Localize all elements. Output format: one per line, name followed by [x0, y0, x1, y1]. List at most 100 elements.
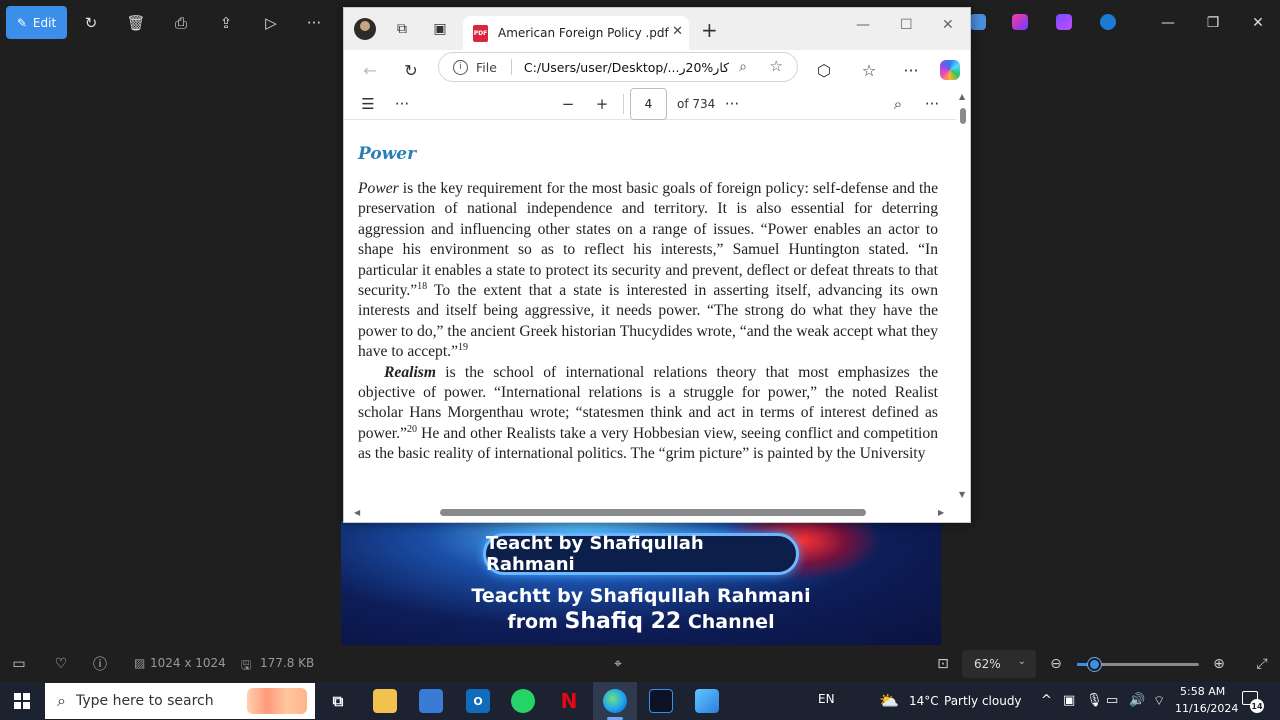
language-indicator[interactable]: EN	[818, 692, 835, 706]
zoom-in-icon[interactable]: +	[592, 94, 612, 114]
whatsapp-icon[interactable]	[511, 689, 535, 713]
back-icon[interactable]: ←	[360, 60, 380, 80]
restore-icon[interactable]: ❐	[1202, 12, 1224, 34]
onedrive-icon[interactable]	[1100, 14, 1116, 30]
refresh-icon[interactable]: ↻	[401, 60, 421, 80]
background-image: Teacht by Shafiqullah Rahmani Teachtt by…	[341, 521, 941, 645]
pdf-page[interactable]: Power Power is the key requirement for t…	[344, 120, 956, 504]
edge-minimize-icon[interactable]: —	[856, 17, 870, 33]
favorites-icon[interactable]: ☆	[859, 60, 879, 80]
weather-icon[interactable]: ⛅	[879, 691, 899, 710]
start-windows-icon[interactable]	[14, 693, 30, 709]
settings-more-icon[interactable]: ···	[901, 60, 921, 80]
section-heading: Power	[358, 144, 417, 164]
actual-size-icon[interactable]: ⊡	[934, 655, 952, 673]
file-info-icon[interactable]: ⓘ	[91, 655, 109, 673]
taskbar-search-box[interactable]: ⌕ Type here to search	[45, 683, 315, 719]
volume-icon[interactable]: 🔊	[1129, 693, 1145, 708]
favorite-icon[interactable]: ☆	[770, 57, 783, 75]
weather-desc[interactable]: Partly cloudy	[944, 694, 1022, 708]
scroll-left-icon[interactable]: ◀	[354, 508, 360, 517]
photos-taskbar-icon[interactable]	[695, 689, 719, 713]
tab-american-foreign-policy[interactable]: PDF American Foreign Policy .pdf ✕	[463, 16, 689, 50]
screen-recorder-icon[interactable]	[649, 689, 673, 713]
edit-button[interactable]: ✎ Edit	[6, 6, 67, 39]
workspaces-icon[interactable]: ⧉	[392, 19, 412, 39]
page-total: of 734	[677, 97, 716, 111]
minimize-icon[interactable]: —	[1157, 12, 1179, 34]
scroll-down-icon[interactable]: ▼	[959, 490, 965, 499]
scroll-up-icon[interactable]: ▲	[959, 92, 965, 101]
fullscreen-icon[interactable]: ⤢	[1253, 655, 1271, 673]
zoom-icon[interactable]: ⌕	[739, 59, 747, 75]
banner-line-2: from Shafiq 22 Channel	[507, 609, 775, 634]
netflix-icon[interactable]: N	[557, 689, 581, 713]
slideshow-icon[interactable]: ▷	[260, 12, 282, 34]
url-scheme-label: File	[476, 59, 497, 75]
page-number-input[interactable]: 4	[630, 88, 667, 120]
zoom-out-icon[interactable]: −	[558, 94, 578, 114]
edge-maximize-icon[interactable]: ☐	[900, 17, 913, 33]
weather-temp[interactable]: 14°C	[909, 694, 939, 708]
clock-time[interactable]: 5:58 AM	[1180, 685, 1225, 698]
address-bar-row: ← ↻ i File C:/Users/user/Desktop/...کار%…	[344, 50, 970, 90]
contents-icon[interactable]: ☰	[358, 94, 378, 114]
pdf-file-icon: PDF	[473, 24, 488, 42]
taskbar: ⌕ Type here to search ⧉ O N EN ⛅ 14°C Pa…	[0, 682, 1280, 720]
extensions-icon[interactable]: ⬡	[814, 60, 834, 80]
horizontal-scroll-thumb[interactable]	[440, 509, 866, 516]
edge-close-icon[interactable]: ✕	[942, 17, 954, 33]
microphone-icon[interactable]: 🎙	[1086, 693, 1103, 708]
battery-icon[interactable]: ▭	[1106, 693, 1118, 708]
photos-status-bar: ▭ ♡ ⓘ ▨ 1024 x 1024 🖫 177.8 KB ⌖ ⊡ 62% ⌄…	[0, 646, 1280, 682]
designer-app-icon[interactable]	[1012, 14, 1028, 30]
pdf-more-left-icon[interactable]: ···	[392, 94, 412, 114]
notification-center-icon[interactable]: 14	[1242, 691, 1264, 713]
photos-app-icon[interactable]	[970, 14, 986, 30]
file-size: 177.8 KB	[260, 656, 315, 670]
clipchamp-app-icon[interactable]	[1056, 14, 1072, 30]
search-placeholder: Type here to search	[75, 693, 214, 709]
show-hidden-icons-chevron-icon[interactable]: ^	[1041, 693, 1052, 708]
favorite-heart-icon[interactable]: ♡	[52, 655, 70, 673]
crop-focus-icon[interactable]: ⌖	[609, 655, 627, 673]
more-icon[interactable]: ···	[303, 12, 325, 34]
tab-actions-icon[interactable]: ▣	[430, 19, 450, 39]
new-tab-icon[interactable]: +	[701, 18, 718, 42]
clock-date[interactable]: 11/16/2024	[1175, 702, 1238, 715]
vertical-scroll-thumb[interactable]	[960, 108, 966, 124]
zoom-level-select[interactable]: 62% ⌄	[962, 650, 1036, 678]
profile-avatar[interactable]	[354, 18, 376, 40]
outlook-icon[interactable]: O	[466, 689, 490, 713]
paragraph-realism: Realism is the school of international r…	[358, 363, 938, 463]
photo-zoom-in-icon[interactable]: ⊕	[1210, 655, 1228, 673]
print-icon[interactable]: ⎙	[170, 12, 192, 34]
meet-now-icon[interactable]: ▣	[1063, 693, 1075, 708]
paragraph-power: Power is the key requirement for the mos…	[358, 180, 938, 361]
scroll-right-icon[interactable]: ▶	[938, 508, 944, 517]
tab-bar: ⧉ ▣ PDF American Foreign Policy .pdf ✕ +…	[344, 8, 970, 50]
wifi-icon[interactable]: ⌔	[1153, 693, 1165, 709]
microsoft-store-icon[interactable]	[419, 689, 443, 713]
tab-close-icon[interactable]: ✕	[672, 24, 683, 39]
copilot-icon[interactable]	[940, 60, 960, 80]
vertical-scrollbar[interactable]: ▲ ▼	[956, 90, 970, 504]
file-explorer-icon[interactable]	[373, 689, 397, 713]
site-info-icon[interactable]: i	[453, 59, 468, 75]
share-icon[interactable]: ⇪	[215, 12, 237, 34]
photo-zoom-out-icon[interactable]: ⊖	[1047, 655, 1065, 673]
zoom-slider-knob[interactable]	[1088, 658, 1102, 671]
edge-browser-icon[interactable]	[603, 689, 627, 713]
address-bar[interactable]: i File C:/Users/user/Desktop/...کار%20ر …	[438, 52, 798, 82]
rotate-icon[interactable]: ↻	[80, 12, 102, 34]
pdf-more-right-icon[interactable]: ···	[922, 94, 942, 114]
pdf-more-center-icon[interactable]: ···	[722, 94, 742, 114]
delete-icon[interactable]: 🗑	[125, 12, 147, 34]
zoom-slider[interactable]	[1077, 658, 1199, 671]
pdf-toolbar-separator	[623, 94, 624, 114]
horizontal-scrollbar[interactable]: ◀ ▶	[344, 504, 970, 522]
close-icon[interactable]: ✕	[1247, 12, 1269, 34]
task-view-icon[interactable]: ⧉	[326, 689, 350, 713]
find-icon[interactable]: ⌕	[888, 94, 908, 114]
filmstrip-icon[interactable]: ▭	[10, 655, 28, 673]
